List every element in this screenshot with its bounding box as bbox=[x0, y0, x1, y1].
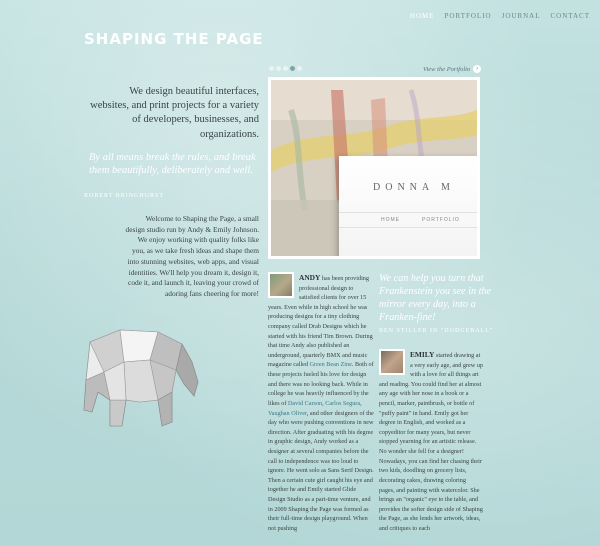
arrow-right-icon[interactable]: › bbox=[473, 65, 482, 73]
view-portfolio-link[interactable]: View the Portfolio › bbox=[423, 65, 482, 73]
emily-name: EMILY bbox=[410, 350, 435, 359]
emily-text: started drawing at a very early age, and… bbox=[379, 352, 484, 532]
site-title[interactable]: SHAPING THE PAGE bbox=[84, 30, 264, 48]
andy-text-3: , and other designers of the day who wer… bbox=[268, 409, 374, 532]
preview-nav-home: HOME bbox=[381, 217, 400, 223]
nav-portfolio[interactable]: PORTFOLIO bbox=[445, 12, 492, 20]
intro-text: We design beautiful interfaces, websites… bbox=[90, 86, 259, 140]
nav-home[interactable]: HOME bbox=[410, 12, 435, 20]
slide-dot[interactable] bbox=[276, 66, 281, 71]
preview-card: DONNA M HOME PORTFOLIO bbox=[339, 156, 477, 256]
andy-bio: ANDY has been providing professional des… bbox=[268, 272, 374, 533]
emily-avatar bbox=[379, 349, 405, 375]
top-nav: HOME PORTFOLIO JOURNAL CONTACT bbox=[410, 12, 590, 20]
elephant-illustration bbox=[83, 329, 199, 427]
link-vaughan-oliver[interactable]: Vaughan Oliver bbox=[268, 410, 307, 417]
link-green-bean-zine[interactable]: Green Bean Zine bbox=[310, 361, 352, 368]
link-david-carson[interactable]: David Carson bbox=[288, 400, 322, 407]
preview-nav: HOME PORTFOLIO bbox=[339, 212, 477, 228]
andy-avatar bbox=[268, 272, 294, 298]
preview-nav-portfolio: PORTFOLIO bbox=[422, 217, 460, 223]
slide-dot[interactable] bbox=[283, 66, 288, 71]
pull-quote: We can help you turn that Frankenstein y… bbox=[379, 273, 492, 324]
slide-dot[interactable] bbox=[269, 66, 274, 71]
welcome-text: Welcome to Shaping the Page, a small des… bbox=[125, 214, 259, 299]
slide-dot[interactable] bbox=[297, 66, 302, 71]
slideshow-dots bbox=[269, 66, 302, 71]
quote-attribution: ROBERT BRINGHURST bbox=[84, 193, 165, 199]
preview-logo: DONNA M bbox=[373, 182, 455, 193]
nav-journal[interactable]: JOURNAL bbox=[502, 12, 541, 20]
quote-text: By all means break the rules, and break … bbox=[89, 152, 256, 177]
andy-name: ANDY bbox=[299, 273, 321, 282]
link-carlos-segura[interactable]: Carlos Segura bbox=[325, 400, 360, 407]
slide-dot-active[interactable] bbox=[290, 66, 295, 71]
nav-contact[interactable]: CONTACT bbox=[551, 12, 591, 20]
andy-sep-2: , bbox=[360, 399, 362, 407]
view-portfolio-label[interactable]: View the Portfolio bbox=[423, 66, 470, 73]
portfolio-slide[interactable]: DONNA M HOME PORTFOLIO bbox=[268, 77, 480, 259]
pull-quote-attribution: BEN STILLER IN "DODGEBALL" bbox=[379, 328, 494, 334]
emily-bio: EMILY started drawing at a very early ag… bbox=[379, 349, 483, 534]
